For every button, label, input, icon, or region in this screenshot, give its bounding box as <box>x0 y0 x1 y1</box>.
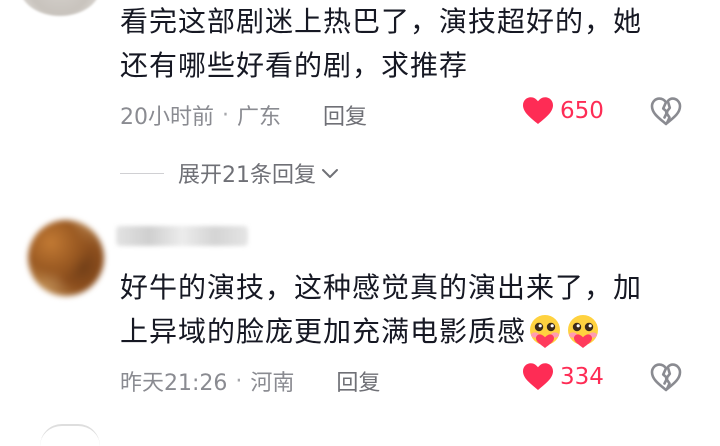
comment-text: 好牛的演技，这种感觉真的演出来了，加 上异域的脸庞更加充满电影质感 <box>120 266 680 354</box>
heart-eyes-emoji-icon <box>530 315 561 348</box>
like-button[interactable]: 650 <box>522 96 604 126</box>
reply-button[interactable]: 回复 <box>336 365 380 397</box>
divider <box>120 172 164 174</box>
like-count: 334 <box>560 364 604 390</box>
comment-meta: 昨天21:26 · 河南 回复 <box>120 365 380 397</box>
broken-heart-icon[interactable] <box>650 362 682 394</box>
username-blurred[interactable] <box>116 226 248 246</box>
reply-button[interactable]: 回复 <box>323 99 367 131</box>
heart-icon <box>523 97 553 124</box>
broken-heart-icon[interactable] <box>650 96 682 128</box>
comment-text: 看完这部剧迷上热巴了，演技超好的，她 还有哪些好看的剧，求推荐 <box>120 0 680 88</box>
expand-replies-button[interactable]: 展开21条回复 <box>120 157 340 189</box>
comment-text-line-2: 还有哪些好看的剧，求推荐 <box>120 49 469 82</box>
avatar[interactable] <box>20 0 100 16</box>
like-button[interactable]: 334 <box>522 362 604 392</box>
heart-icon <box>523 363 553 390</box>
meta-separator: · <box>235 368 243 394</box>
comment-time: 20小时前 <box>120 105 214 130</box>
expand-replies-label: 展开21条回复 <box>178 163 316 188</box>
meta-separator: · <box>222 102 229 128</box>
comment-time: 昨天21:26 <box>120 371 228 396</box>
comment-location: 广东 <box>237 105 282 130</box>
comment-text-line-1: 看完这部剧迷上热巴了，演技超好的，她 <box>120 5 643 38</box>
heart-eyes-emoji-icon <box>568 315 599 348</box>
like-count: 650 <box>560 98 604 124</box>
avatar[interactable] <box>28 220 104 296</box>
comment-text-line-2: 上异域的脸庞更加充满电影质感 <box>120 315 527 348</box>
comment-meta: 20小时前 · 广东 回复 <box>120 99 367 131</box>
chevron-down-icon <box>322 169 338 178</box>
avatar[interactable] <box>40 424 100 446</box>
comment-text-line-2-wrap: 上异域的脸庞更加充满电影质感 <box>120 310 680 354</box>
comment-text-line-1: 好牛的演技，这种感觉真的演出来了，加 <box>120 271 643 304</box>
comment-location: 河南 <box>250 371 295 396</box>
